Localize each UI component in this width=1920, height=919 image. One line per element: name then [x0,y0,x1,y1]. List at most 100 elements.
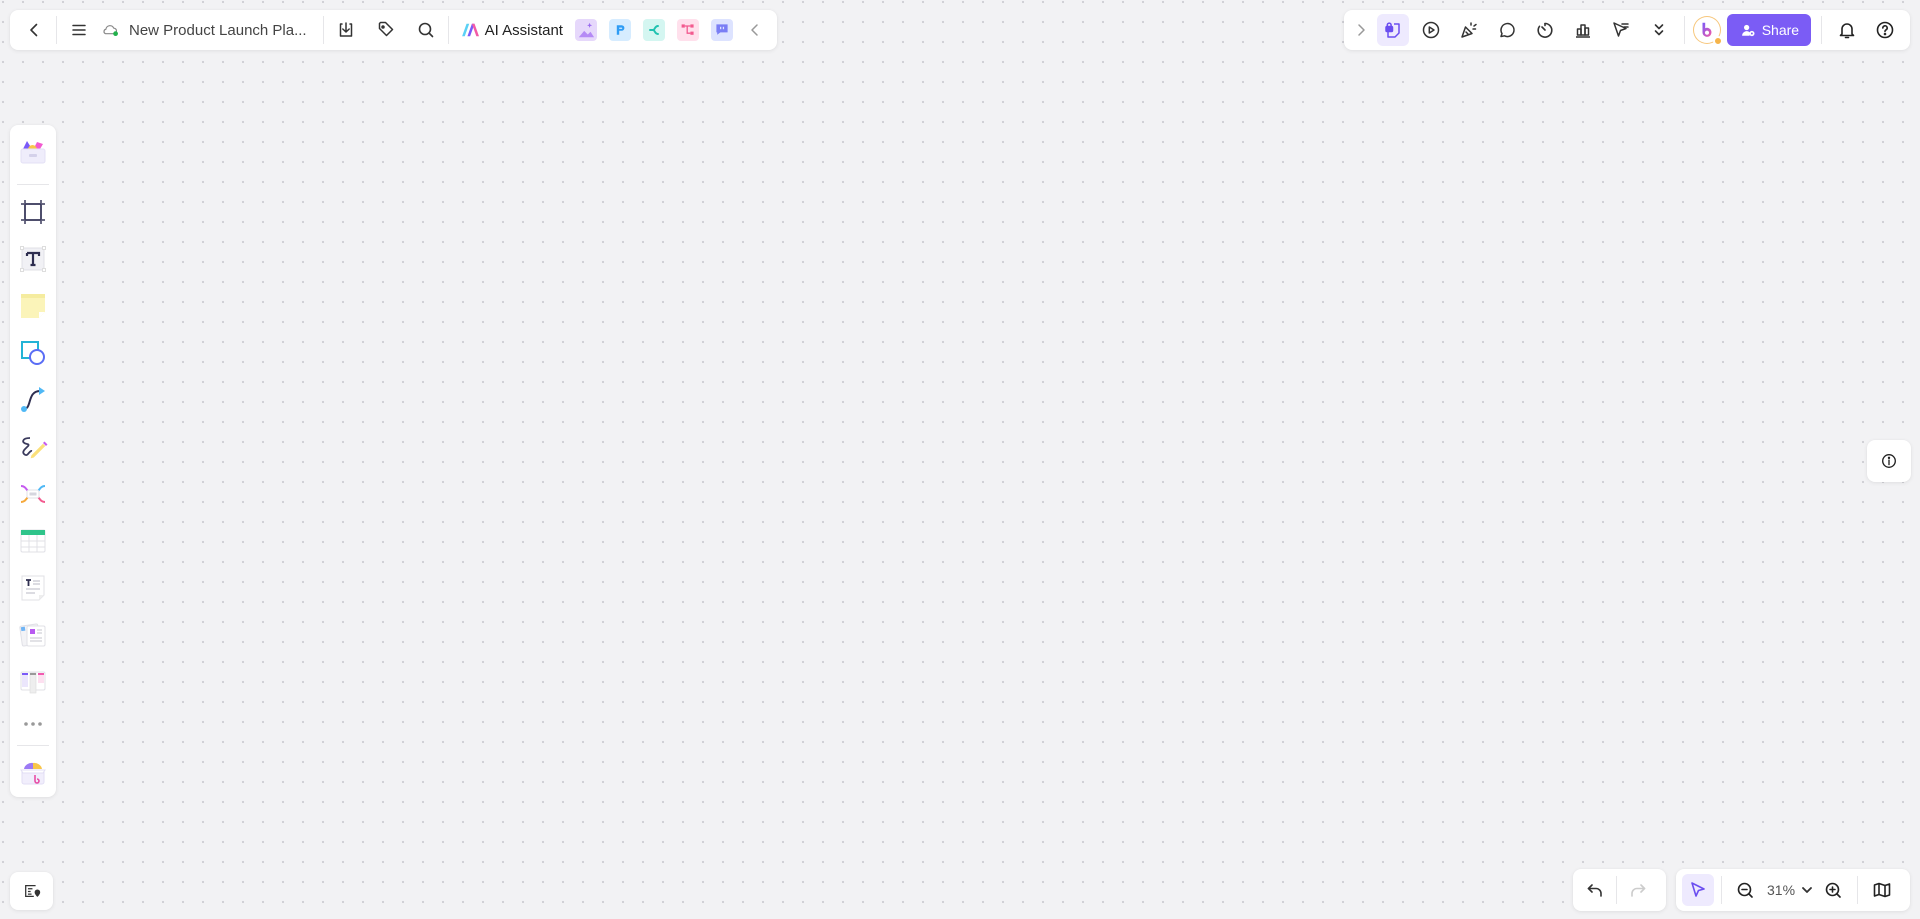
expand-toolbar-button[interactable] [1350,14,1372,46]
chat-icon [716,24,728,35]
more-tools-button[interactable] [1643,14,1675,46]
text-document-icon [21,575,45,601]
bell-icon [1839,23,1855,39]
tool-pen[interactable] [14,428,52,467]
top-right-toolbar: Share [1344,10,1910,50]
top-left-toolbar: New Product Launch Pla... AI Assistant [10,10,777,50]
presentation-icon [616,25,625,35]
share-label: Share [1761,22,1800,38]
undo-button[interactable] [1579,874,1611,906]
map-icon [1873,882,1891,898]
tag-icon [378,21,393,37]
back-button[interactable] [18,14,50,46]
zoom-out-button[interactable] [1729,874,1761,906]
tag-button[interactable] [370,14,402,46]
divider [1721,876,1722,904]
redo-button[interactable] [1622,874,1654,906]
tool-text-document[interactable] [14,568,52,607]
chevron-left-icon [30,23,38,37]
divider [1857,876,1859,904]
tool-table[interactable] [14,521,52,560]
zoom-in-icon [1825,882,1841,898]
divider [56,16,57,44]
zoom-level[interactable]: 31% [1767,882,1795,898]
app-box-icon [20,763,46,785]
hamburger-menu-icon [72,24,86,36]
app-ai-image[interactable] [574,19,597,41]
map-button[interactable] [1866,874,1898,906]
app-flowchart[interactable] [676,19,699,41]
search-button[interactable] [410,14,442,46]
text-icon [20,246,46,273]
share-button[interactable]: Share [1726,14,1812,46]
tool-shapes[interactable] [14,334,52,373]
left-toolbar [10,125,56,797]
tool-follow-cursor[interactable] [1605,14,1637,46]
table-icon [20,529,46,553]
tool-present[interactable] [1415,14,1447,46]
ai-assistant-button[interactable]: AI Assistant [455,14,569,46]
zoom-out-icon [1737,882,1753,898]
tool-app-store[interactable] [14,754,52,793]
sticky-lock-icon [1385,22,1400,38]
more-tools-button[interactable] [14,709,52,739]
tool-timer[interactable] [1529,14,1561,46]
timer-icon [1537,22,1553,38]
templates-icon [20,141,46,164]
divider [447,16,449,44]
play-circle-icon [1422,21,1440,39]
download-button[interactable] [330,14,362,46]
tool-vote[interactable] [1567,14,1599,46]
help-button[interactable] [1869,14,1901,46]
shapes-icon [21,341,45,366]
collapse-toolbar-button[interactable] [743,14,767,46]
cloud-status[interactable] [99,18,123,42]
tool-mind-map[interactable] [14,474,52,513]
tool-sticky-note[interactable] [14,287,52,326]
tool-comment[interactable] [1491,14,1523,46]
app-chat[interactable] [710,19,733,41]
chevron-left-icon [751,24,758,36]
app-mind-map[interactable] [642,19,665,41]
tool-celebrate[interactable] [1453,14,1485,46]
ai-logo-icon [461,23,479,37]
document-title[interactable]: New Product Launch Pla... [129,22,307,39]
tool-sticky-lock[interactable] [1376,14,1409,46]
more-dots-icon [24,722,42,726]
tool-templates[interactable] [14,133,52,172]
tool-cards[interactable] [14,615,52,654]
app-presentation[interactable] [608,19,631,41]
tool-connector[interactable] [14,381,52,420]
outline-button[interactable] [10,872,53,910]
chevron-right-icon [1358,24,1365,36]
mind-map-icon [20,484,46,503]
info-button[interactable] [1867,440,1911,482]
chevron-down-icon [1802,887,1812,893]
zoom-controls: 31% [1676,869,1910,911]
notifications-button[interactable] [1831,14,1863,46]
mind-map-icon [649,25,659,35]
zoom-dropdown-button[interactable] [1797,874,1817,906]
status-badge [1712,36,1723,46]
tool-frame[interactable] [14,193,52,232]
tool-kanban[interactable] [14,662,52,701]
cards-icon [19,623,46,647]
user-avatar[interactable] [1692,16,1723,46]
info-icon [1882,454,1896,468]
ai-assistant-label: AI Assistant [484,21,563,39]
kanban-icon [20,671,46,693]
cursor-follow-icon [1613,22,1629,37]
divider [1683,16,1685,44]
zoom-in-button[interactable] [1817,874,1849,906]
undo-icon [1587,884,1602,897]
select-tool-button[interactable] [1682,874,1714,906]
help-icon [1876,21,1894,39]
frame-icon [21,200,45,225]
redo-icon [1631,884,1646,897]
menu-button[interactable] [63,14,95,46]
brand-b-icon [1702,22,1712,37]
double-chevron-down-icon [1654,24,1664,36]
tool-text[interactable] [14,240,52,279]
connector-icon [21,387,45,413]
cloud-synced-icon [103,25,118,37]
